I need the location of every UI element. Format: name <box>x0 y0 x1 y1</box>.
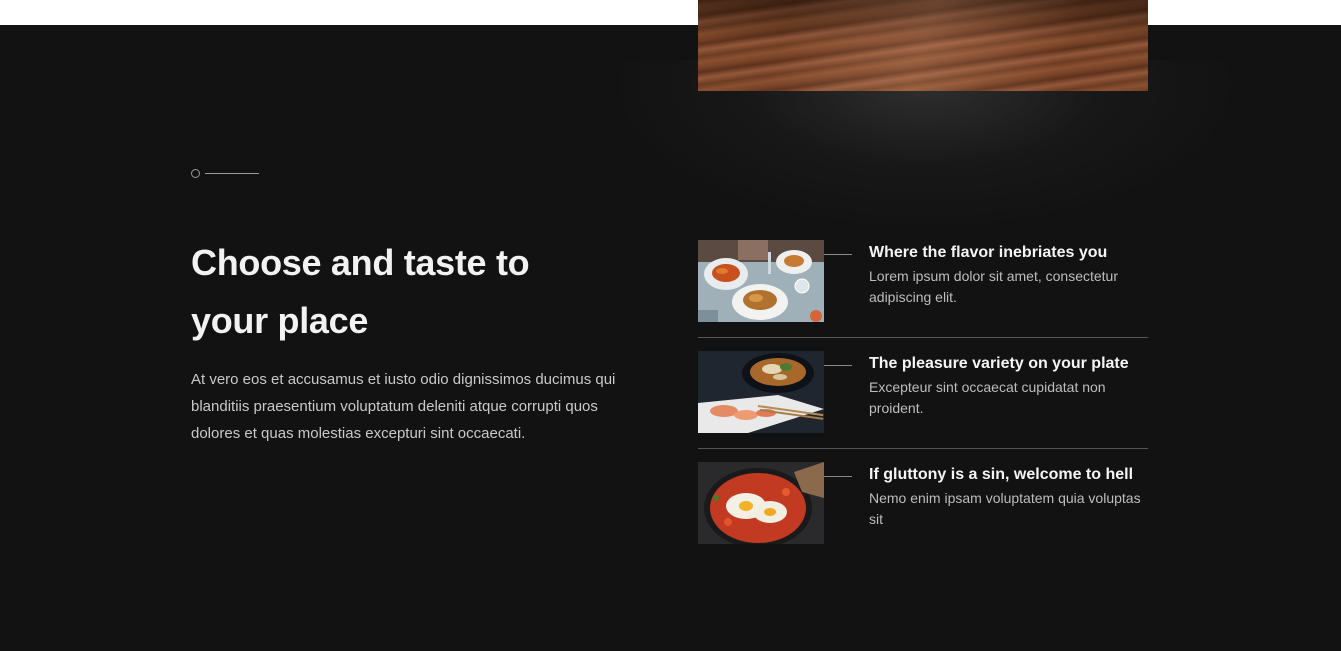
feature-title: The pleasure variety on your plate <box>869 355 1129 372</box>
hero-wood-table-image <box>698 0 1148 91</box>
feature-image-ramen-sushi <box>698 351 824 433</box>
feature-title: If gluttony is a sin, welcome to hell <box>869 466 1134 483</box>
section-heading-line-2: your place <box>191 300 369 341</box>
feature-description: Excepteur sint occaecat cupidatat non pr… <box>869 379 1106 416</box>
feature-title: Where the flavor inebriates you <box>869 244 1108 261</box>
section-heading: Choose and taste to your place <box>191 234 631 350</box>
feature-connector-line <box>824 365 852 366</box>
page: Choose and taste to your place At vero e… <box>0 0 1341 651</box>
feature-image-restaurant-table <box>698 240 824 322</box>
feature-list: Where the flavor inebriates you Lorem ip… <box>698 240 1148 573</box>
feature-description: Lorem ipsum dolor sit amet, consectetur … <box>869 268 1118 305</box>
decoration-line <box>205 173 259 174</box>
feature-divider <box>698 448 1148 449</box>
feature-connector-line <box>824 254 852 255</box>
decoration-circle-icon <box>191 169 200 178</box>
section-intro: At vero eos et accusamus et iusto odio d… <box>191 371 616 442</box>
feature-connector-line <box>824 476 852 477</box>
feature-item: If gluttony is a sin, welcome to hell Ne… <box>698 462 1148 544</box>
feature-item: Where the flavor inebriates you Lorem ip… <box>698 240 1148 322</box>
feature-divider <box>698 337 1148 338</box>
feature-image-shakshuka-pan <box>698 462 824 544</box>
feature-item: The pleasure variety on your plate Excep… <box>698 351 1148 433</box>
section-heading-line-1: Choose and taste to <box>191 242 530 283</box>
feature-description: Nemo enim ipsam voluptatem quia voluptas… <box>869 490 1141 527</box>
